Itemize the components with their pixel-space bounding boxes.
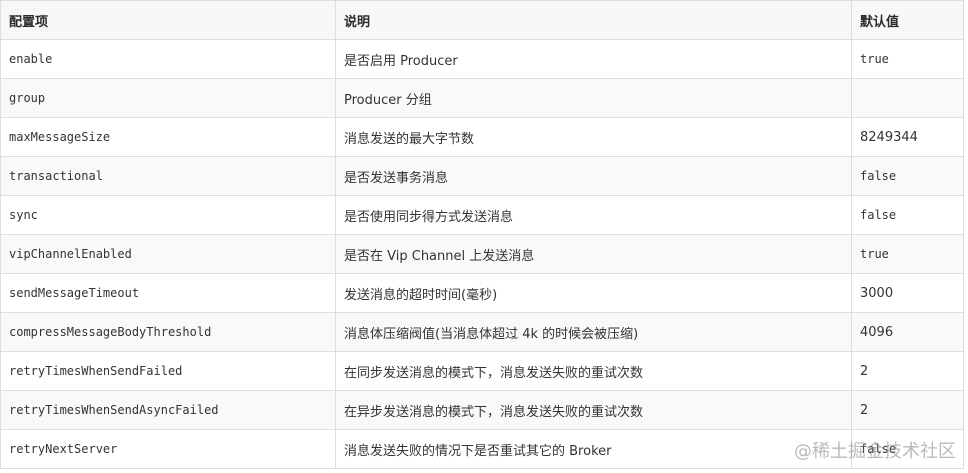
config-description: 消息体压缩阀值(当消息体超过 4k 的时候会被压缩)	[335, 312, 852, 352]
table-row: retryTimesWhenSendFailed 在同步发送消息的模式下，消息发…	[0, 351, 964, 391]
config-default: 2	[851, 390, 964, 430]
table-row: sync 是否使用同步得方式发送消息 false	[0, 195, 964, 235]
config-key: enable	[0, 39, 336, 79]
table-row: maxMessageSize 消息发送的最大字节数 8249344	[0, 117, 964, 157]
config-description: 是否启用 Producer	[335, 39, 852, 79]
table-row: vipChannelEnabled 是否在 Vip Channel 上发送消息 …	[0, 234, 964, 274]
config-description: 是否发送事务消息	[335, 156, 852, 196]
table-row: sendMessageTimeout 发送消息的超时时间(毫秒) 3000	[0, 273, 964, 313]
config-key: retryTimesWhenSendAsyncFailed	[0, 390, 336, 430]
config-default: 2	[851, 351, 964, 391]
header-description: 说明	[335, 0, 852, 40]
config-default	[851, 78, 964, 118]
config-key: retryTimesWhenSendFailed	[0, 351, 336, 391]
config-description: 是否在 Vip Channel 上发送消息	[335, 234, 852, 274]
config-default: 8249344	[851, 117, 964, 157]
page: 配置项 说明 默认值 enable 是否启用 Producer true gro…	[0, 0, 968, 473]
config-description: 是否使用同步得方式发送消息	[335, 195, 852, 235]
header-default-value: 默认值	[851, 0, 964, 40]
config-key: vipChannelEnabled	[0, 234, 336, 274]
table-row: compressMessageBodyThreshold 消息体压缩阀值(当消息…	[0, 312, 964, 352]
config-description: 在同步发送消息的模式下，消息发送失败的重试次数	[335, 351, 852, 391]
config-key: compressMessageBodyThreshold	[0, 312, 336, 352]
config-default: 3000	[851, 273, 964, 313]
config-description: 发送消息的超时时间(毫秒)	[335, 273, 852, 313]
table-row: retryNextServer 消息发送失败的情况下是否重试其它的 Broker…	[0, 429, 964, 469]
config-default: true	[851, 39, 964, 79]
config-key: sendMessageTimeout	[0, 273, 336, 313]
config-default: false	[851, 429, 964, 469]
config-description: 消息发送失败的情况下是否重试其它的 Broker	[335, 429, 852, 469]
config-table: 配置项 说明 默认值 enable 是否启用 Producer true gro…	[0, 0, 964, 469]
config-description: 消息发送的最大字节数	[335, 117, 852, 157]
config-default: true	[851, 234, 964, 274]
config-default: false	[851, 156, 964, 196]
table-row: retryTimesWhenSendAsyncFailed 在异步发送消息的模式…	[0, 390, 964, 430]
config-description: Producer 分组	[335, 78, 852, 118]
table-row: group Producer 分组	[0, 78, 964, 118]
config-description: 在异步发送消息的模式下，消息发送失败的重试次数	[335, 390, 852, 430]
header-config-item: 配置项	[0, 0, 336, 40]
table-header-row: 配置项 说明 默认值	[0, 0, 964, 40]
config-key: sync	[0, 195, 336, 235]
config-key: transactional	[0, 156, 336, 196]
config-key: group	[0, 78, 336, 118]
config-key: retryNextServer	[0, 429, 336, 469]
table-row: enable 是否启用 Producer true	[0, 39, 964, 79]
config-key: maxMessageSize	[0, 117, 336, 157]
table-row: transactional 是否发送事务消息 false	[0, 156, 964, 196]
config-default: 4096	[851, 312, 964, 352]
config-default: false	[851, 195, 964, 235]
